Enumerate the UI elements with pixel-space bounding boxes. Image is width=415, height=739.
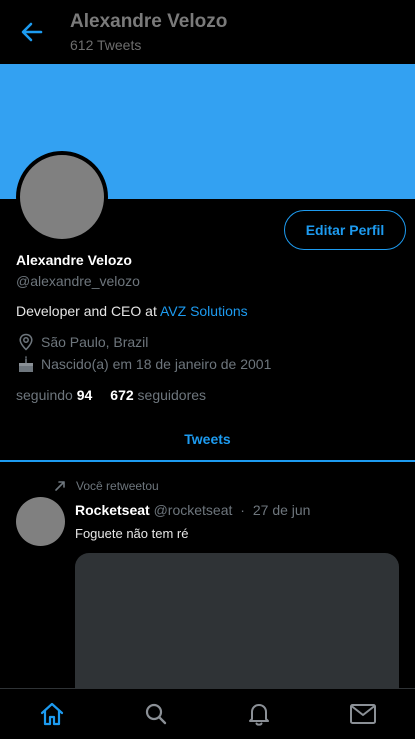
retweet-label: Você retweetou: [76, 479, 159, 493]
back-button[interactable]: [18, 18, 46, 46]
location-text: São Paulo, Brazil: [41, 334, 149, 350]
bell-icon: [249, 704, 270, 726]
tweet-author-handle: @rocketseat: [153, 502, 233, 518]
birthday-row: Nascido(a) em 18 de janeiro de 2001: [16, 354, 271, 374]
header-title: Alexandre Velozo: [70, 11, 228, 32]
retweet-indicator: Você retweetou: [52, 478, 159, 494]
nav-search[interactable]: [131, 691, 181, 737]
follow-stats: seguindo 94 672 seguidores: [16, 387, 206, 403]
mail-icon: [350, 704, 377, 724]
profile-name: Alexandre Velozo: [16, 252, 132, 268]
bio-link[interactable]: AVZ Solutions: [160, 303, 248, 319]
location-pin-icon: [16, 332, 36, 352]
nav-notifications[interactable]: [234, 691, 284, 737]
nav-home[interactable]: [27, 691, 77, 737]
home-icon: [40, 702, 63, 726]
tab-divider: [0, 460, 415, 462]
tweet-count: 612 Tweets: [70, 37, 142, 53]
bottom-navigation: [0, 688, 415, 739]
bio-text: Developer and CEO at: [16, 303, 160, 319]
retweet-icon: [52, 478, 68, 494]
followers-link[interactable]: 672 seguidores: [110, 387, 206, 403]
tweet-author-avatar[interactable]: [16, 497, 65, 546]
arrow-left-icon: [21, 22, 43, 42]
tweet-date[interactable]: 27 de jun: [253, 502, 311, 518]
tweet-header: Rocketseat @rocketseat · 27 de jun: [75, 502, 310, 518]
following-count: 94: [76, 387, 93, 403]
search-icon: [145, 703, 166, 725]
edit-profile-button[interactable]: Editar Perfil: [284, 210, 406, 250]
top-bar: Alexandre Velozo 612 Tweets: [0, 0, 415, 64]
tab-tweets[interactable]: Tweets: [0, 418, 415, 460]
profile-bio: Developer and CEO at AVZ Solutions: [16, 303, 248, 319]
cake-icon: [16, 354, 36, 374]
followers-count: 672: [110, 387, 134, 403]
profile-avatar[interactable]: [16, 151, 108, 243]
location-row: São Paulo, Brazil: [16, 332, 148, 352]
tweet-text: Foguete não tem ré: [75, 526, 189, 541]
nav-messages[interactable]: [338, 691, 388, 737]
birthday-text: Nascido(a) em 18 de janeiro de 2001: [41, 356, 272, 372]
tweet-media[interactable]: [75, 553, 399, 703]
following-link[interactable]: seguindo 94: [16, 387, 92, 403]
tweet-separator: ·: [240, 502, 245, 518]
profile-handle: @alexandre_velozo: [16, 273, 140, 289]
tweet-author-name[interactable]: Rocketseat: [75, 502, 150, 518]
